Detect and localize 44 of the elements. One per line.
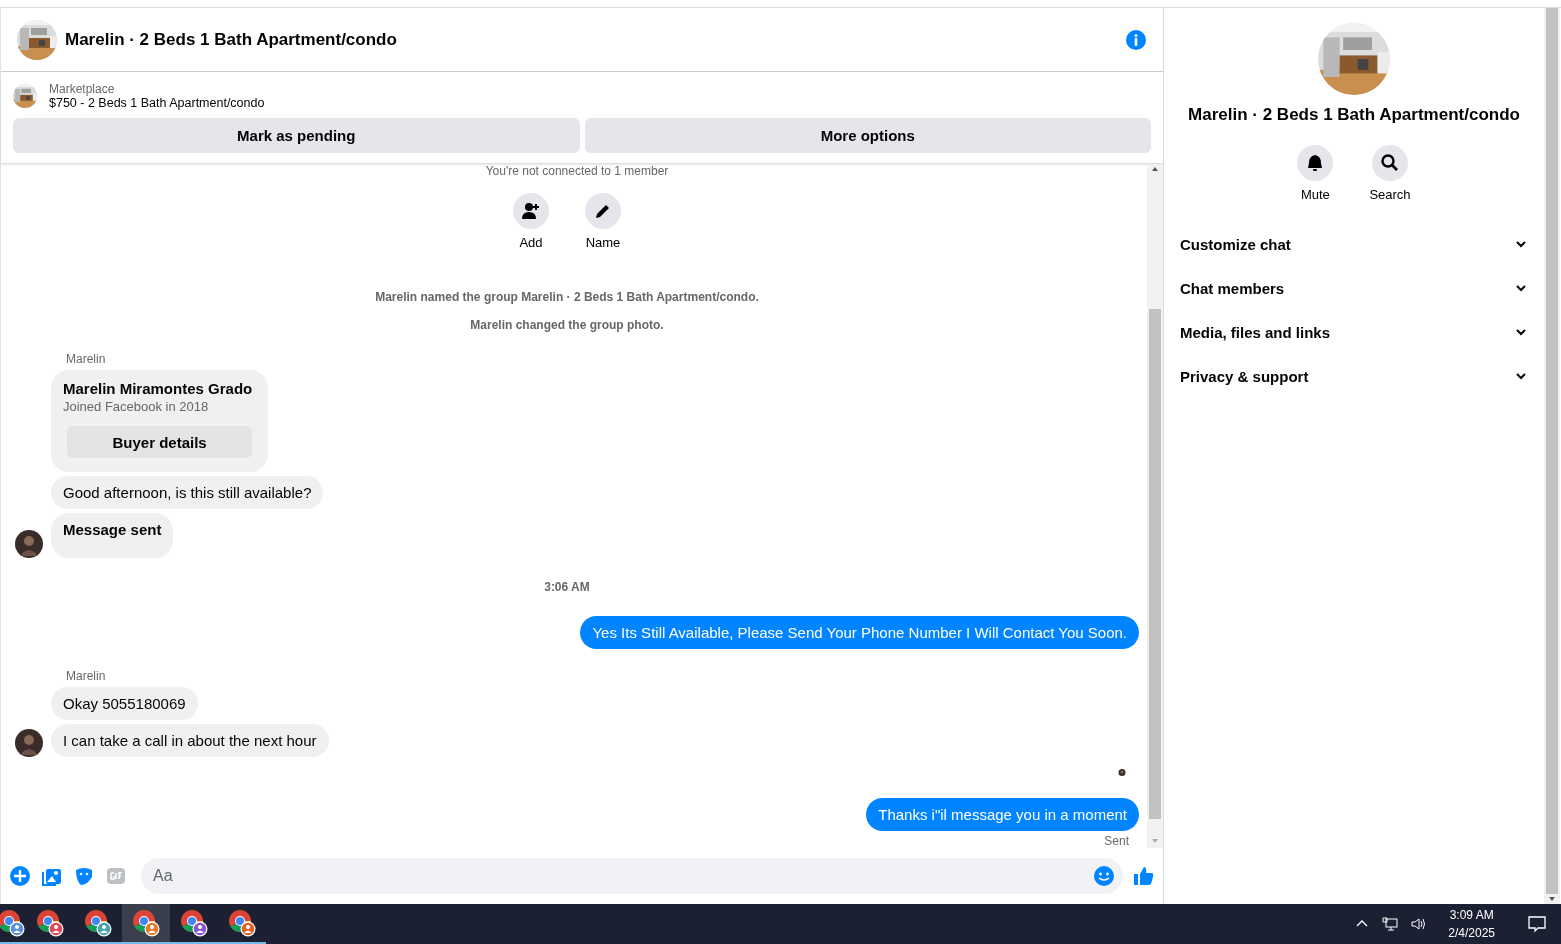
add-person-icon bbox=[521, 201, 541, 221]
delivery-status: Sent bbox=[1104, 834, 1129, 848]
sender-name: Marelin bbox=[66, 352, 107, 366]
message-field[interactable]: Aa bbox=[141, 858, 1123, 894]
message-bubble: Thanks i"il message you in a moment bbox=[866, 798, 1139, 831]
plus-icon[interactable] bbox=[9, 865, 31, 887]
system-message: Marelin changed the group photo. bbox=[469, 318, 665, 332]
connection-note: You're not connected to 1 member bbox=[484, 164, 670, 179]
listing-title: $750 - 2 Beds 1 Bath Apartment/condo bbox=[49, 96, 265, 110]
message-bubble: Good afternoon, is this still available? bbox=[51, 476, 324, 509]
volume-icon[interactable] bbox=[1410, 916, 1427, 932]
listing-source: Marketplace bbox=[49, 82, 116, 96]
conversation-title: Marelin · 2 Beds 1 Bath Apartment/condo bbox=[1188, 105, 1520, 125]
sender-name: Marelin bbox=[66, 669, 107, 683]
timestamp: 3:06 AM bbox=[543, 580, 591, 594]
clock-time: 3:09 AM bbox=[1449, 907, 1494, 924]
section-header[interactable]: Customize chat bbox=[1180, 222, 1528, 266]
profile-subtitle: Joined Facebook in 2018 bbox=[63, 399, 210, 414]
buyer-details-button[interactable]: Buyer details bbox=[67, 426, 253, 458]
section-header[interactable]: Media, files and links bbox=[1180, 310, 1528, 354]
scrollbar[interactable] bbox=[1544, 8, 1560, 904]
browser-taskbar-icon[interactable] bbox=[122, 904, 170, 944]
avatar bbox=[15, 729, 43, 757]
scrollbar[interactable] bbox=[1147, 164, 1163, 848]
section-header[interactable]: Privacy & support bbox=[1180, 354, 1528, 398]
network-icon[interactable] bbox=[1382, 916, 1399, 932]
listing-action-button[interactable]: Mark as pending bbox=[13, 118, 580, 153]
emoji-icon[interactable] bbox=[1093, 865, 1115, 887]
conversation-title: Marelin · 2 Beds 1 Bath Apartment/condo bbox=[65, 29, 398, 50]
sticker-icon[interactable] bbox=[73, 865, 95, 887]
clock-date: 2/4/2025 bbox=[1448, 925, 1495, 942]
message-bubble: Message sent bbox=[51, 513, 174, 558]
notification-icon[interactable] bbox=[1527, 914, 1547, 934]
system-message: Marelin named the group Marelin · 2 Beds 1 Bath Apartment/condo. bbox=[374, 290, 760, 304]
profile-name: Marelin Miramontes Grado bbox=[63, 380, 253, 397]
info-icon[interactable] bbox=[1125, 28, 1147, 51]
thumbs-up-icon[interactable] bbox=[1133, 865, 1155, 887]
message-bubble: Okay 5055180069 bbox=[51, 687, 198, 720]
message-bubble: Yes Its Still Available, Please Send Your Phone Number I Will Contact You Soon. bbox=[580, 616, 1139, 649]
avatar bbox=[15, 530, 43, 558]
message-bubble: I can take a call in about the next hour bbox=[51, 724, 329, 757]
listing-action-button[interactable]: More options bbox=[584, 118, 1151, 153]
search-icon bbox=[1380, 153, 1400, 173]
section-header[interactable]: Chat members bbox=[1180, 266, 1528, 310]
